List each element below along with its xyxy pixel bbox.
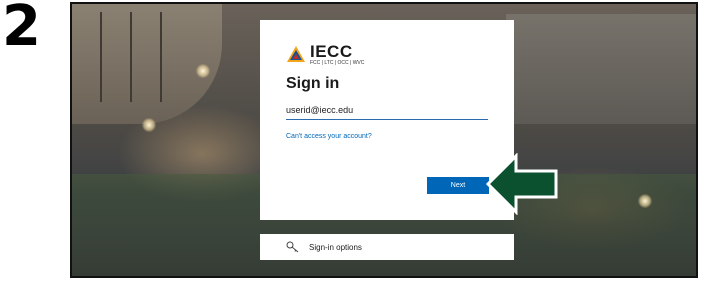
iecc-logo-icon [287, 46, 305, 62]
logo-name: IECC [310, 41, 353, 61]
cant-access-link[interactable]: Can't access your account? [286, 133, 488, 140]
background-lamp [638, 194, 652, 208]
signin-options-label: Sign-in options [309, 242, 362, 252]
step-number: 2 [2, 0, 41, 59]
background-lamp [142, 118, 156, 132]
next-button[interactable]: Next [427, 177, 489, 194]
signin-card: IECC FCC | LTC | OCC | WVC Sign in Can't… [260, 20, 514, 220]
logo-subtitle: FCC | LTC | OCC | WVC [310, 59, 365, 66]
background-building [506, 14, 696, 124]
iecc-logo: IECC FCC | LTC | OCC | WVC [286, 43, 488, 65]
pointer-arrow-icon [486, 153, 558, 215]
email-field[interactable] [286, 102, 488, 120]
background-lamp [196, 64, 210, 78]
key-icon [286, 241, 299, 253]
signin-options-button[interactable]: Sign-in options [260, 234, 514, 260]
page-title: Sign in [286, 75, 340, 92]
